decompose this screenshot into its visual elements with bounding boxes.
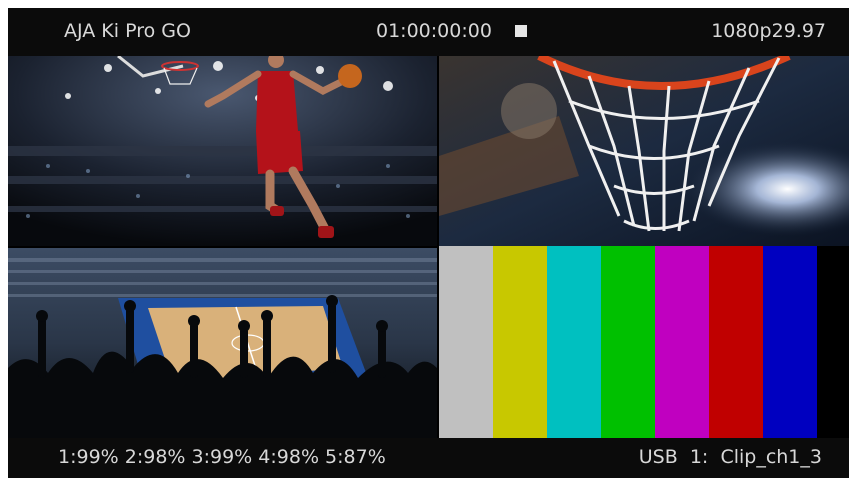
device-name: AJA Ki Pro GO	[64, 20, 191, 42]
top-status-bar: AJA Ki Pro GO 01:00:00:00 1080p29.97	[8, 8, 849, 56]
bottom-status-bar: 1:99% 2:98% 3:99% 4:98% 5:87% USB 1: Cli…	[8, 438, 849, 478]
bar-green	[601, 246, 655, 440]
basketball-hoop-net-feed[interactable]	[439, 56, 849, 246]
media-capacity-status: 1:99% 2:98% 3:99% 4:98% 5:87%	[58, 446, 386, 468]
arena-crowd-feed[interactable]	[8, 248, 437, 438]
basketball-player-dunk-feed[interactable]	[8, 56, 437, 246]
bar-red	[709, 246, 763, 440]
video-format: 1080p29.97	[711, 20, 826, 42]
bar-blue	[763, 246, 817, 440]
timecode-display: 01:00:00:00	[376, 20, 492, 42]
bar-yellow	[493, 246, 547, 440]
multiview-monitor: AJA Ki Pro GO 01:00:00:00 1080p29.97 1:9…	[8, 8, 849, 478]
bar-gray	[439, 246, 493, 440]
color-bars-feed[interactable]	[439, 246, 849, 440]
bar-magenta	[655, 246, 709, 440]
clip-info: USB 1: Clip_ch1_3	[639, 446, 822, 468]
clip-name: Clip_ch1_3	[720, 446, 822, 468]
color-bars	[439, 246, 817, 440]
stop-icon	[515, 25, 527, 37]
channel-label: 1:	[689, 446, 709, 468]
media-label: USB	[638, 446, 678, 468]
bar-cyan	[547, 246, 601, 440]
